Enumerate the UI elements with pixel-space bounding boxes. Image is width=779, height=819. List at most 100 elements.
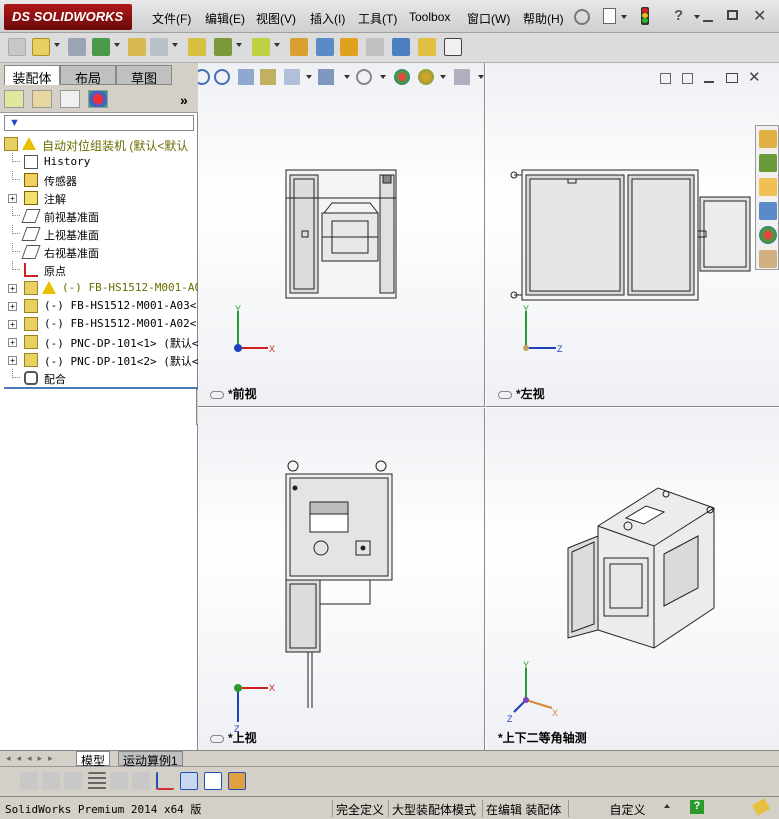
axis-icon[interactable] <box>156 772 174 790</box>
file-explorer-icon[interactable] <box>759 178 777 196</box>
new-document-icon[interactable] <box>603 8 616 24</box>
assembly-features-icon[interactable] <box>214 38 232 56</box>
link-views-icon[interactable] <box>210 390 224 399</box>
minimize-icon[interactable] <box>703 20 713 22</box>
tree-filter[interactable]: ▼ <box>4 115 194 131</box>
save-animation-icon[interactable] <box>228 772 246 790</box>
tab-assembly[interactable]: 装配体 <box>4 65 60 86</box>
cube-view-icon[interactable] <box>180 772 198 790</box>
chevron-down-icon[interactable] <box>54 43 60 47</box>
design-library-icon[interactable] <box>759 154 777 172</box>
expand-toggle-icon[interactable]: + <box>8 284 17 293</box>
menu-window[interactable]: 窗口(W) <box>467 10 510 27</box>
viewport-isometric[interactable]: Y X Z *上下二等角轴测 <box>486 408 779 750</box>
open-doc-icon[interactable] <box>8 38 26 56</box>
move-component-icon[interactable] <box>150 38 168 56</box>
display-manager-icon[interactable] <box>88 90 108 108</box>
status-custom-units[interactable]: 自定义 <box>568 800 686 817</box>
feature-manager-icon[interactable] <box>4 90 24 108</box>
menu-tools[interactable]: 工具(T) <box>358 10 397 27</box>
interference-detection-icon[interactable] <box>392 38 410 56</box>
tree-item[interactable]: + (-) PNC-DP-101<1> (默认<默 <box>0 333 198 351</box>
help-icon[interactable]: ? <box>690 800 704 814</box>
tree-item[interactable]: 上视基准面 <box>0 225 198 243</box>
tree-item[interactable]: + (-) PNC-DP-101<2> (默认<默 <box>0 351 198 369</box>
tree-item[interactable]: + 注解 <box>0 189 198 207</box>
tree-item[interactable]: 右视基准面 <box>0 243 198 261</box>
menu-file[interactable]: 文件(F) <box>152 10 191 27</box>
custom-properties-icon[interactable] <box>759 250 777 268</box>
graphics-area[interactable]: Y X *前视 ✕ Y Z *左视 X Z *上视 Y X Z *上下二等角轴测 <box>198 63 779 750</box>
tree-root[interactable]: 自动对位组装机 (默认<默认 <box>0 135 198 153</box>
menu-view[interactable]: 视图(V) <box>256 10 296 27</box>
viewport-front[interactable]: Y X *前视 <box>198 63 485 407</box>
chevron-down-icon[interactable] <box>172 43 178 47</box>
property-manager-icon[interactable] <box>32 90 52 108</box>
filter-icon[interactable]: ▼ <box>9 117 20 129</box>
tree-item[interactable]: 原点 <box>0 261 198 279</box>
tree-item[interactable]: + (-) FB-HS1512-M001-A03<1> <box>0 297 198 315</box>
tab-scroll-icon[interactable]: ◂◂◂▸▸ <box>6 753 59 764</box>
chevron-up-icon[interactable] <box>664 804 670 808</box>
tree-item[interactable]: + (-) FB-HS1512-M001-A02<1> <box>0 315 198 333</box>
menu-insert[interactable]: 插入(I) <box>310 10 345 27</box>
expand-toggle-icon[interactable]: + <box>8 356 17 365</box>
exploded-view-icon[interactable] <box>340 38 358 56</box>
explode-line-sketch-icon[interactable] <box>366 38 384 56</box>
expand-panel-icon[interactable]: » <box>180 92 188 108</box>
insert-component-icon[interactable] <box>32 38 50 56</box>
tab-motion-study[interactable]: 运动算例1 <box>118 751 183 768</box>
instant3d-icon[interactable] <box>444 38 462 56</box>
expand-toggle-icon[interactable]: + <box>8 194 17 203</box>
mate-icon[interactable] <box>92 38 110 56</box>
chevron-down-icon[interactable] <box>274 43 280 47</box>
menu-help[interactable]: 帮助(H) <box>523 10 564 27</box>
paperclip-icon[interactable] <box>68 38 86 56</box>
link-views-icon[interactable] <box>210 734 224 743</box>
view-palette-icon[interactable] <box>759 202 777 220</box>
tag-icon[interactable] <box>751 798 771 816</box>
configuration-manager-icon[interactable] <box>60 90 80 108</box>
table-icon[interactable] <box>204 772 222 790</box>
grid-icon[interactable] <box>110 772 128 790</box>
play-icon[interactable] <box>42 772 60 790</box>
menu-edit[interactable]: 编辑(E) <box>205 10 245 27</box>
tree-item[interactable]: 前视基准面 <box>0 207 198 225</box>
tab-model[interactable]: 模型 <box>76 751 111 768</box>
component-pattern-icon[interactable] <box>128 38 146 56</box>
chevron-down-icon[interactable] <box>114 43 120 47</box>
new-motion-study-icon[interactable] <box>290 38 308 56</box>
chevron-down-icon[interactable] <box>694 15 700 19</box>
tab-layout[interactable]: 布局 <box>60 65 116 86</box>
help-icon[interactable]: ? <box>674 7 683 24</box>
traffic-light-icon[interactable] <box>641 7 649 25</box>
chevron-down-icon[interactable] <box>621 15 627 19</box>
tree-item[interactable]: History <box>0 153 198 171</box>
menu-toolbox[interactable]: Toolbox <box>409 10 450 24</box>
bill-of-materials-icon[interactable] <box>316 38 334 56</box>
viewport-left[interactable]: ✕ Y Z *左视 <box>486 63 779 407</box>
autokey-icon[interactable] <box>132 772 150 790</box>
expand-toggle-icon[interactable]: + <box>8 338 17 347</box>
show-hidden-icon[interactable] <box>188 38 206 56</box>
tree-item[interactable]: 配合 <box>0 369 198 387</box>
calculate-icon[interactable] <box>20 772 38 790</box>
clearance-verification-icon[interactable] <box>418 38 436 56</box>
chevron-down-icon[interactable] <box>236 43 242 47</box>
appearances-icon[interactable] <box>759 226 777 244</box>
tab-sketch[interactable]: 草图 <box>116 65 172 86</box>
list-icon[interactable] <box>88 772 106 790</box>
solidworks-logo[interactable]: DS SOLIDWORKS <box>4 4 132 30</box>
expand-toggle-icon[interactable]: + <box>8 302 17 311</box>
tree-item[interactable]: + (-) FB-HS1512-M001-A01< <box>0 279 198 297</box>
link-views-icon[interactable] <box>498 390 512 399</box>
stop-icon[interactable] <box>64 772 82 790</box>
pin-icon[interactable] <box>574 9 590 25</box>
close-icon[interactable]: ✕ <box>753 6 766 26</box>
home-icon[interactable] <box>759 130 777 148</box>
viewport-top[interactable]: X Z *上视 <box>198 408 485 750</box>
tree-item[interactable]: 传感器 <box>0 171 198 189</box>
reference-geometry-icon[interactable] <box>252 38 270 56</box>
restore-icon[interactable] <box>727 10 738 20</box>
expand-toggle-icon[interactable]: + <box>8 320 17 329</box>
